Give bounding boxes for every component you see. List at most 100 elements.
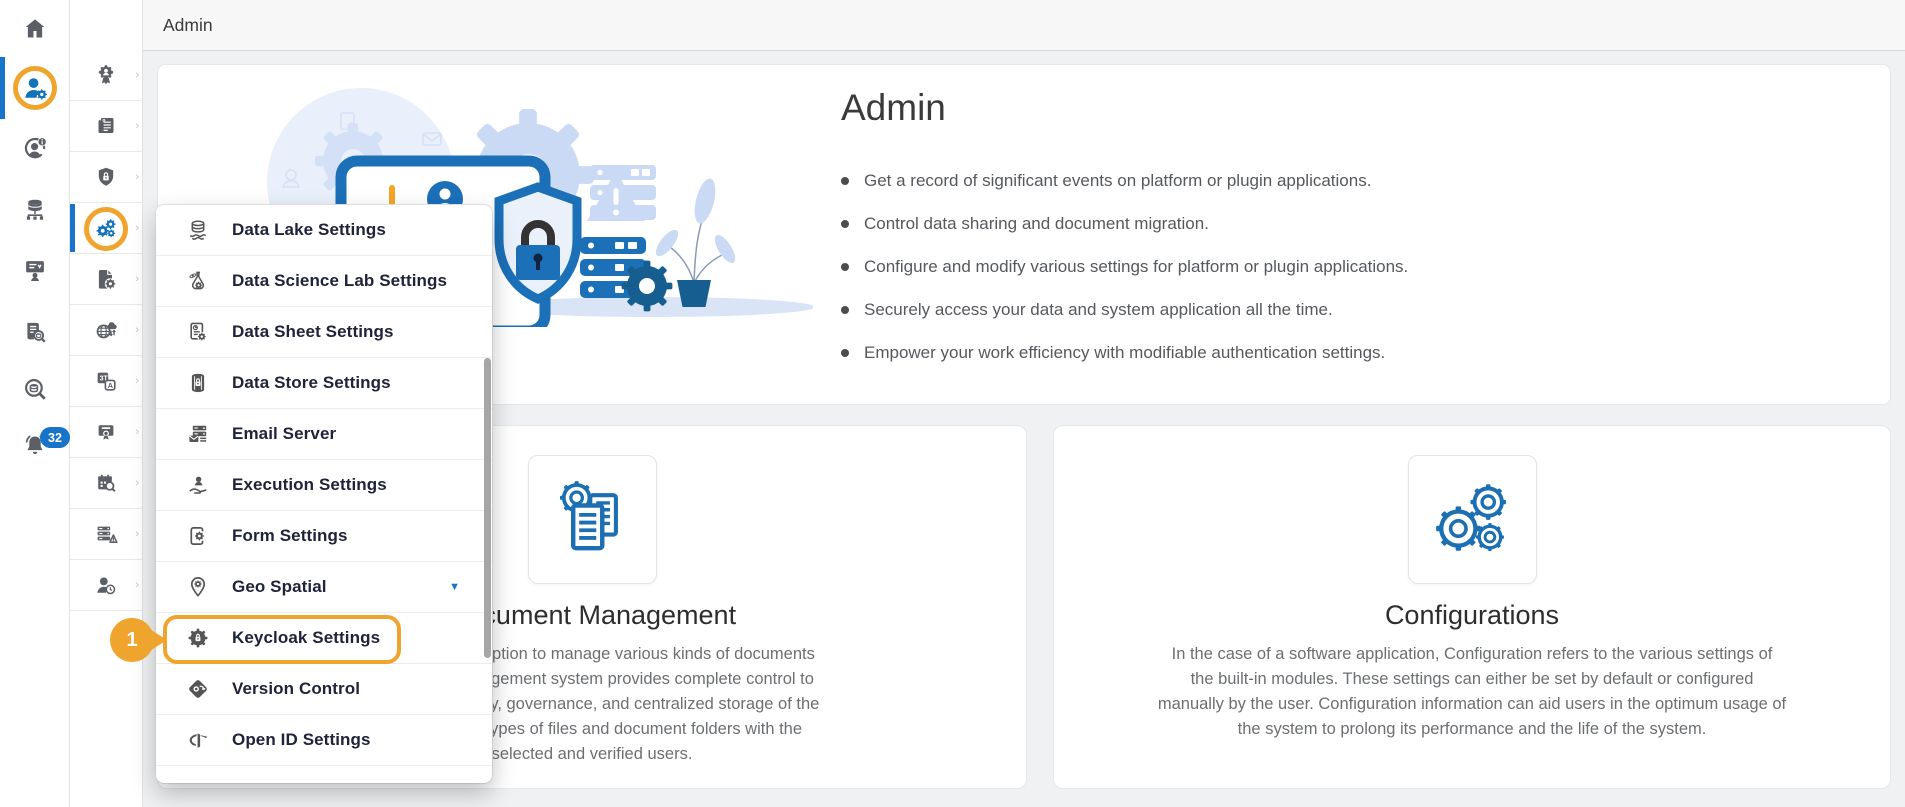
description-line: In the case of a software application, C…	[1171, 645, 1773, 663]
calendar-search-icon	[94, 471, 118, 495]
sidebar-item-data-network[interactable]	[0, 188, 70, 232]
sidebar-item-schedule-monitor[interactable]: ›	[70, 458, 142, 509]
sidebar-item-training-board[interactable]	[0, 248, 70, 292]
module-icon-tile	[527, 455, 657, 584]
menu-item-label: Data Sheet Settings	[232, 322, 394, 341]
chevron-right-icon: ›	[135, 324, 139, 336]
admin-feature-bullet: Securely access your data and system app…	[841, 288, 1408, 331]
chevron-right-icon: ›	[135, 120, 139, 132]
settings-gears-icon	[94, 216, 118, 240]
execution-settings-icon	[186, 473, 210, 497]
data-science-lab-icon	[186, 269, 210, 293]
chevron-down-icon[interactable]: ▼	[449, 581, 460, 593]
menu-item-form-settings[interactable]: Form Settings	[156, 511, 492, 562]
svg-text:A: A	[108, 381, 114, 390]
menu-item-label: Execution Settings	[232, 475, 387, 494]
active-indicator-bar	[0, 57, 5, 119]
data-lake-icon	[186, 218, 210, 242]
configurations-icon	[1431, 479, 1513, 561]
admin-feature-bullet: Control data sharing and document migrat…	[841, 202, 1408, 245]
menu-scrollbar-thumb[interactable]	[484, 358, 491, 658]
sidebar-item-certified-user[interactable]: ›	[70, 50, 142, 101]
sidebar-item-file-settings[interactable]: ›	[70, 254, 142, 305]
geo-spatial-icon	[186, 575, 210, 599]
user-info-icon	[22, 136, 48, 162]
sidebar-item-data-transfer[interactable]: ›	[70, 305, 142, 356]
server-alert-icon	[94, 522, 118, 546]
admin-feature-bullet: Configure and modify various settings fo…	[841, 245, 1408, 288]
menu-item-partial[interactable]	[156, 766, 492, 783]
sidebar-item-billing[interactable]: ›	[70, 101, 142, 152]
description-line: the system to prolong its performance an…	[1237, 720, 1707, 738]
menu-item-label: Email Server	[232, 424, 337, 443]
keycloak-icon	[186, 626, 210, 650]
top-bar: Admin	[143, 0, 1905, 51]
menu-item-data-store-settings[interactable]: Data Store Settings	[156, 358, 492, 409]
sidebar-item-user-info[interactable]	[0, 127, 70, 171]
sidebar-item-security[interactable]: ›	[70, 152, 142, 203]
admin-feature-list: Get a record of significant events on pl…	[841, 159, 1408, 374]
sidebar-item-server-alerts[interactable]: ›	[70, 509, 142, 560]
menu-item-data-lake-settings[interactable]: Data Lake Settings	[156, 205, 492, 256]
sidebar-item-settings[interactable]: ›	[70, 203, 142, 254]
menu-item-email-server[interactable]: Email Server	[156, 409, 492, 460]
module-icon-tile	[1407, 455, 1537, 584]
sidebar-item-document-audit[interactable]	[0, 310, 70, 354]
invoice-icon	[94, 114, 118, 138]
admin-heading: Admin	[841, 87, 946, 128]
module-card-description: In the case of a software application, C…	[1054, 642, 1890, 742]
data-store-icon	[186, 371, 210, 395]
globe-transfer-icon	[94, 318, 118, 342]
menu-item-label: Open ID Settings	[232, 730, 371, 749]
sidebar-item-language[interactable]: 3T A ›	[70, 356, 142, 407]
sidebar-item-user-activity[interactable]: ›	[70, 560, 142, 611]
menu-item-execution-settings[interactable]: Execution Settings	[156, 460, 492, 511]
secondary-sidebar: › › › › › › 3T A › › › › ›	[70, 0, 143, 807]
menu-item-label: Form Settings	[232, 526, 348, 545]
admin-feature-bullet: Get a record of significant events on pl…	[841, 159, 1408, 202]
active-indicator-bar	[70, 204, 75, 252]
step-badge: 1	[110, 618, 154, 662]
sidebar-item-user-settings[interactable]	[0, 66, 70, 110]
description-line: manually by the user. Configuration info…	[1157, 695, 1787, 713]
menu-item-data-science-lab-settings[interactable]: Data Science Lab Settings	[156, 256, 492, 307]
chevron-right-icon: ›	[135, 69, 139, 81]
chevron-right-icon: ›	[135, 171, 139, 183]
sidebar-item-home[interactable]	[0, 7, 70, 51]
partial-item-icon	[186, 779, 210, 783]
certificate-user-icon	[94, 63, 118, 87]
menu-item-version-control[interactable]: Version Control	[156, 664, 492, 715]
admin-page: Admin Admin Get a record of significant …	[0, 0, 1905, 807]
menu-item-open-id-settings[interactable]: Open ID Settings	[156, 715, 492, 766]
menu-item-label: Data Science Lab Settings	[232, 271, 448, 290]
menu-item-label: Geo Spatial	[232, 577, 327, 596]
menu-item-keycloak-settings[interactable]: Keycloak Settings	[156, 613, 492, 664]
description-line: the built-in modules. These settings can…	[1190, 670, 1754, 688]
certificate-icon	[94, 420, 118, 444]
open-id-icon	[186, 728, 210, 752]
chevron-right-icon: ›	[135, 222, 139, 234]
email-server-icon	[186, 422, 210, 446]
chevron-right-icon: ›	[135, 477, 139, 489]
presentation-team-icon	[22, 257, 48, 283]
data-sheet-icon	[186, 320, 210, 344]
menu-item-label: Data Store Settings	[232, 373, 391, 392]
menu-item-label: Data Lake Settings	[232, 220, 386, 239]
user-clock-icon	[94, 573, 118, 597]
sidebar-item-data-search[interactable]	[0, 367, 70, 411]
chevron-right-icon: ›	[135, 273, 139, 285]
file-gear-icon	[94, 267, 118, 291]
form-settings-icon	[186, 524, 210, 548]
chevron-right-icon: ›	[135, 375, 139, 387]
shield-lock-icon	[94, 165, 118, 189]
menu-item-data-sheet-settings[interactable]: Data Sheet Settings	[156, 307, 492, 358]
menu-item-geo-spatial[interactable]: Geo Spatial ▼	[156, 562, 492, 613]
chevron-right-icon: ›	[135, 528, 139, 540]
page-title: Admin	[163, 15, 213, 35]
sidebar-item-certificates[interactable]: ›	[70, 407, 142, 458]
database-network-icon	[22, 197, 48, 223]
module-card-configurations[interactable]: Configurations In the case of a software …	[1053, 425, 1891, 789]
menu-item-label: Keycloak Settings	[232, 628, 381, 647]
user-settings-icon	[22, 75, 49, 102]
chevron-right-icon: ›	[135, 579, 139, 591]
